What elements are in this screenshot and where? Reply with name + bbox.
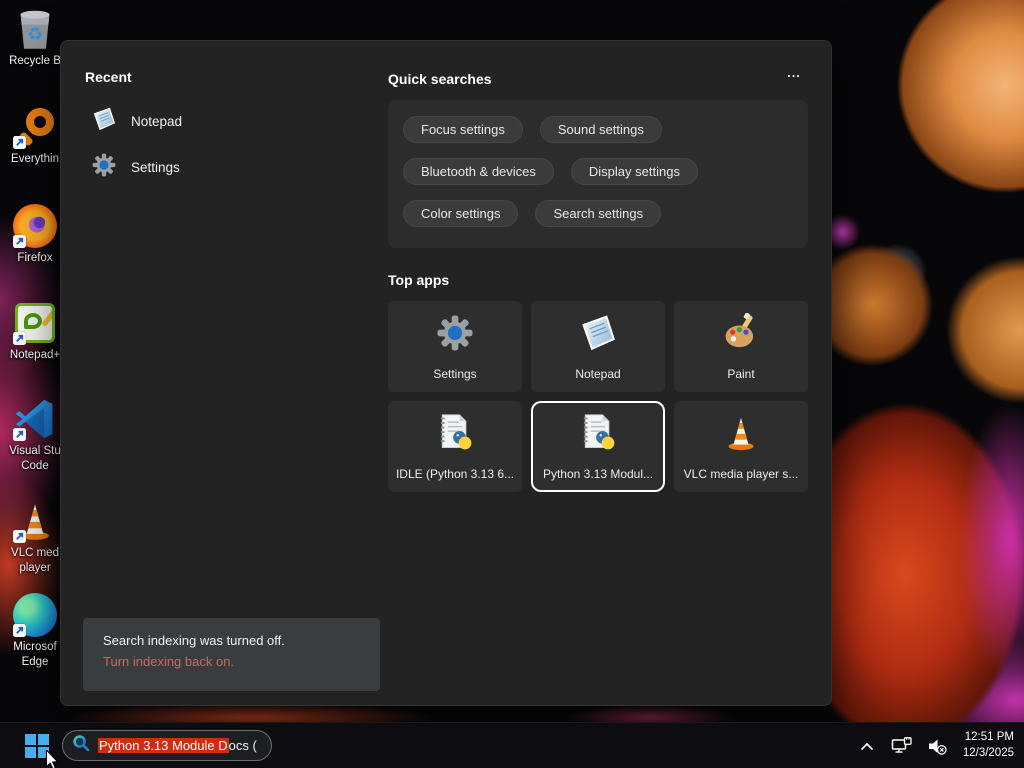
shortcut-arrow-icon (13, 530, 26, 543)
top-app-tile-paint[interactable]: Paint (674, 301, 808, 392)
taskbar: Python 3.13 Module Docs (12:51 PM 12/3/… (0, 722, 1024, 768)
top-app-tile-notepad[interactable]: Notepad (531, 301, 665, 392)
paint-palette-icon (721, 312, 761, 358)
clock-date: 12/3/2025 (962, 747, 1014, 759)
recent-item-label: Settings (131, 159, 180, 175)
shortcut-arrow-icon (13, 136, 26, 149)
tile-label: Python 3.13 Modul... (542, 466, 654, 481)
taskbar-search-input[interactable]: Python 3.13 Module Docs ( (62, 730, 272, 761)
top-app-tile-python-module-docs[interactable]: Python 3.13 Modul... (531, 401, 665, 492)
tile-label: Notepad (575, 366, 621, 381)
quick-searches-title: Quick searches (388, 71, 492, 87)
start-button[interactable] (16, 723, 58, 768)
desktop-icon-notepad-plus-plus[interactable]: Notepad+ (4, 300, 66, 363)
svg-text:♻: ♻ (27, 24, 43, 44)
quick-search-pill-display-settings[interactable]: Display settings (570, 158, 698, 185)
quick-search-pill-focus-settings[interactable]: Focus settings (403, 116, 523, 143)
search-flyout-panel: Recent Notepad Settings Quick searches .… (60, 40, 832, 706)
top-apps-title: Top apps (388, 272, 450, 288)
ellipsis-icon: ... (787, 65, 801, 80)
recent-item-settings[interactable]: Settings (91, 150, 180, 184)
vlc-cone-icon (721, 413, 761, 458)
recent-item-notepad[interactable]: Notepad (91, 104, 182, 138)
desktop-icon-vlc-media-player[interactable]: VLC med player (4, 498, 66, 576)
top-app-tile-vlc[interactable]: VLC media player s... (674, 401, 808, 492)
shortcut-arrow-icon (13, 624, 26, 637)
settings-gear-icon (91, 152, 117, 183)
indexing-toast: Search indexing was turned off. Turn ind… (83, 618, 380, 691)
quick-search-pill-bluetooth-devices[interactable]: Bluetooth & devices (403, 158, 554, 185)
screen: ♻ Recycle B Everythin Firefox Notepad+ V… (0, 0, 1024, 768)
recent-section-title: Recent (85, 69, 132, 85)
system-tray: 12:51 PM 12/3/2025 (856, 723, 1024, 768)
tile-label: VLC media player s... (683, 466, 799, 481)
top-app-tile-idle-python[interactable]: IDLE (Python 3.13 6... (388, 401, 522, 492)
windows-logo-icon (25, 734, 49, 758)
everything-magnifier-icon (12, 104, 58, 150)
quick-searches-card: Focus settings Sound settings Bluetooth … (388, 100, 808, 248)
python-document-icon (435, 413, 475, 458)
firefox-icon (12, 203, 58, 249)
hidden-icons-chevron-icon[interactable] (856, 731, 878, 761)
shortcut-arrow-icon (13, 235, 26, 248)
desktop-icon-everything[interactable]: Everythin (4, 104, 66, 167)
search-query-text: Python 3.13 Module Docs ( (98, 738, 257, 753)
desktop-icon-firefox[interactable]: Firefox (4, 203, 66, 266)
top-app-tile-settings[interactable]: Settings (388, 301, 522, 392)
indexing-toast-message: Search indexing was turned off. (103, 633, 285, 648)
quick-search-pill-search-settings[interactable]: Search settings (535, 200, 662, 227)
microsoft-edge-icon (12, 592, 58, 638)
python-document-icon (578, 413, 618, 458)
more-options-button[interactable]: ... (777, 65, 811, 85)
notepad-plus-plus-icon (12, 300, 58, 346)
tile-label: Paint (727, 366, 755, 381)
network-ethernet-icon[interactable] (891, 731, 913, 761)
top-apps-grid: Settings Notepad Paint IDLE (Python 3.13… (388, 301, 818, 492)
settings-gear-icon (435, 313, 475, 358)
selected-text: Python 3.13 Module D (98, 738, 229, 753)
shortcut-arrow-icon (13, 332, 26, 345)
desktop-icon-recycle-bin[interactable]: ♻ Recycle B (4, 6, 66, 69)
tile-label: IDLE (Python 3.13 6... (395, 466, 515, 481)
shortcut-arrow-icon (13, 428, 26, 441)
taskbar-clock[interactable]: 12:51 PM 12/3/2025 (961, 730, 1014, 761)
tile-label: Settings (433, 366, 477, 381)
desktop-icon-visual-studio-code[interactable]: Visual Stu Code (4, 396, 66, 474)
visual-studio-code-icon (12, 396, 58, 442)
turn-indexing-on-link[interactable]: Turn indexing back on. (103, 654, 360, 669)
recycle-bin-icon: ♻ (12, 6, 58, 52)
recent-item-label: Notepad (131, 113, 183, 129)
volume-muted-icon[interactable] (926, 731, 948, 761)
clock-time: 12:51 PM (964, 731, 1014, 744)
notepad-icon (91, 106, 117, 137)
notepad-icon (578, 313, 618, 358)
quick-search-pill-color-settings[interactable]: Color settings (403, 200, 519, 227)
vlc-cone-icon (12, 498, 58, 544)
search-icon (72, 734, 90, 757)
desktop-icon-microsoft-edge[interactable]: Microsof Edge (4, 592, 66, 670)
quick-search-pill-sound-settings[interactable]: Sound settings (539, 116, 662, 143)
